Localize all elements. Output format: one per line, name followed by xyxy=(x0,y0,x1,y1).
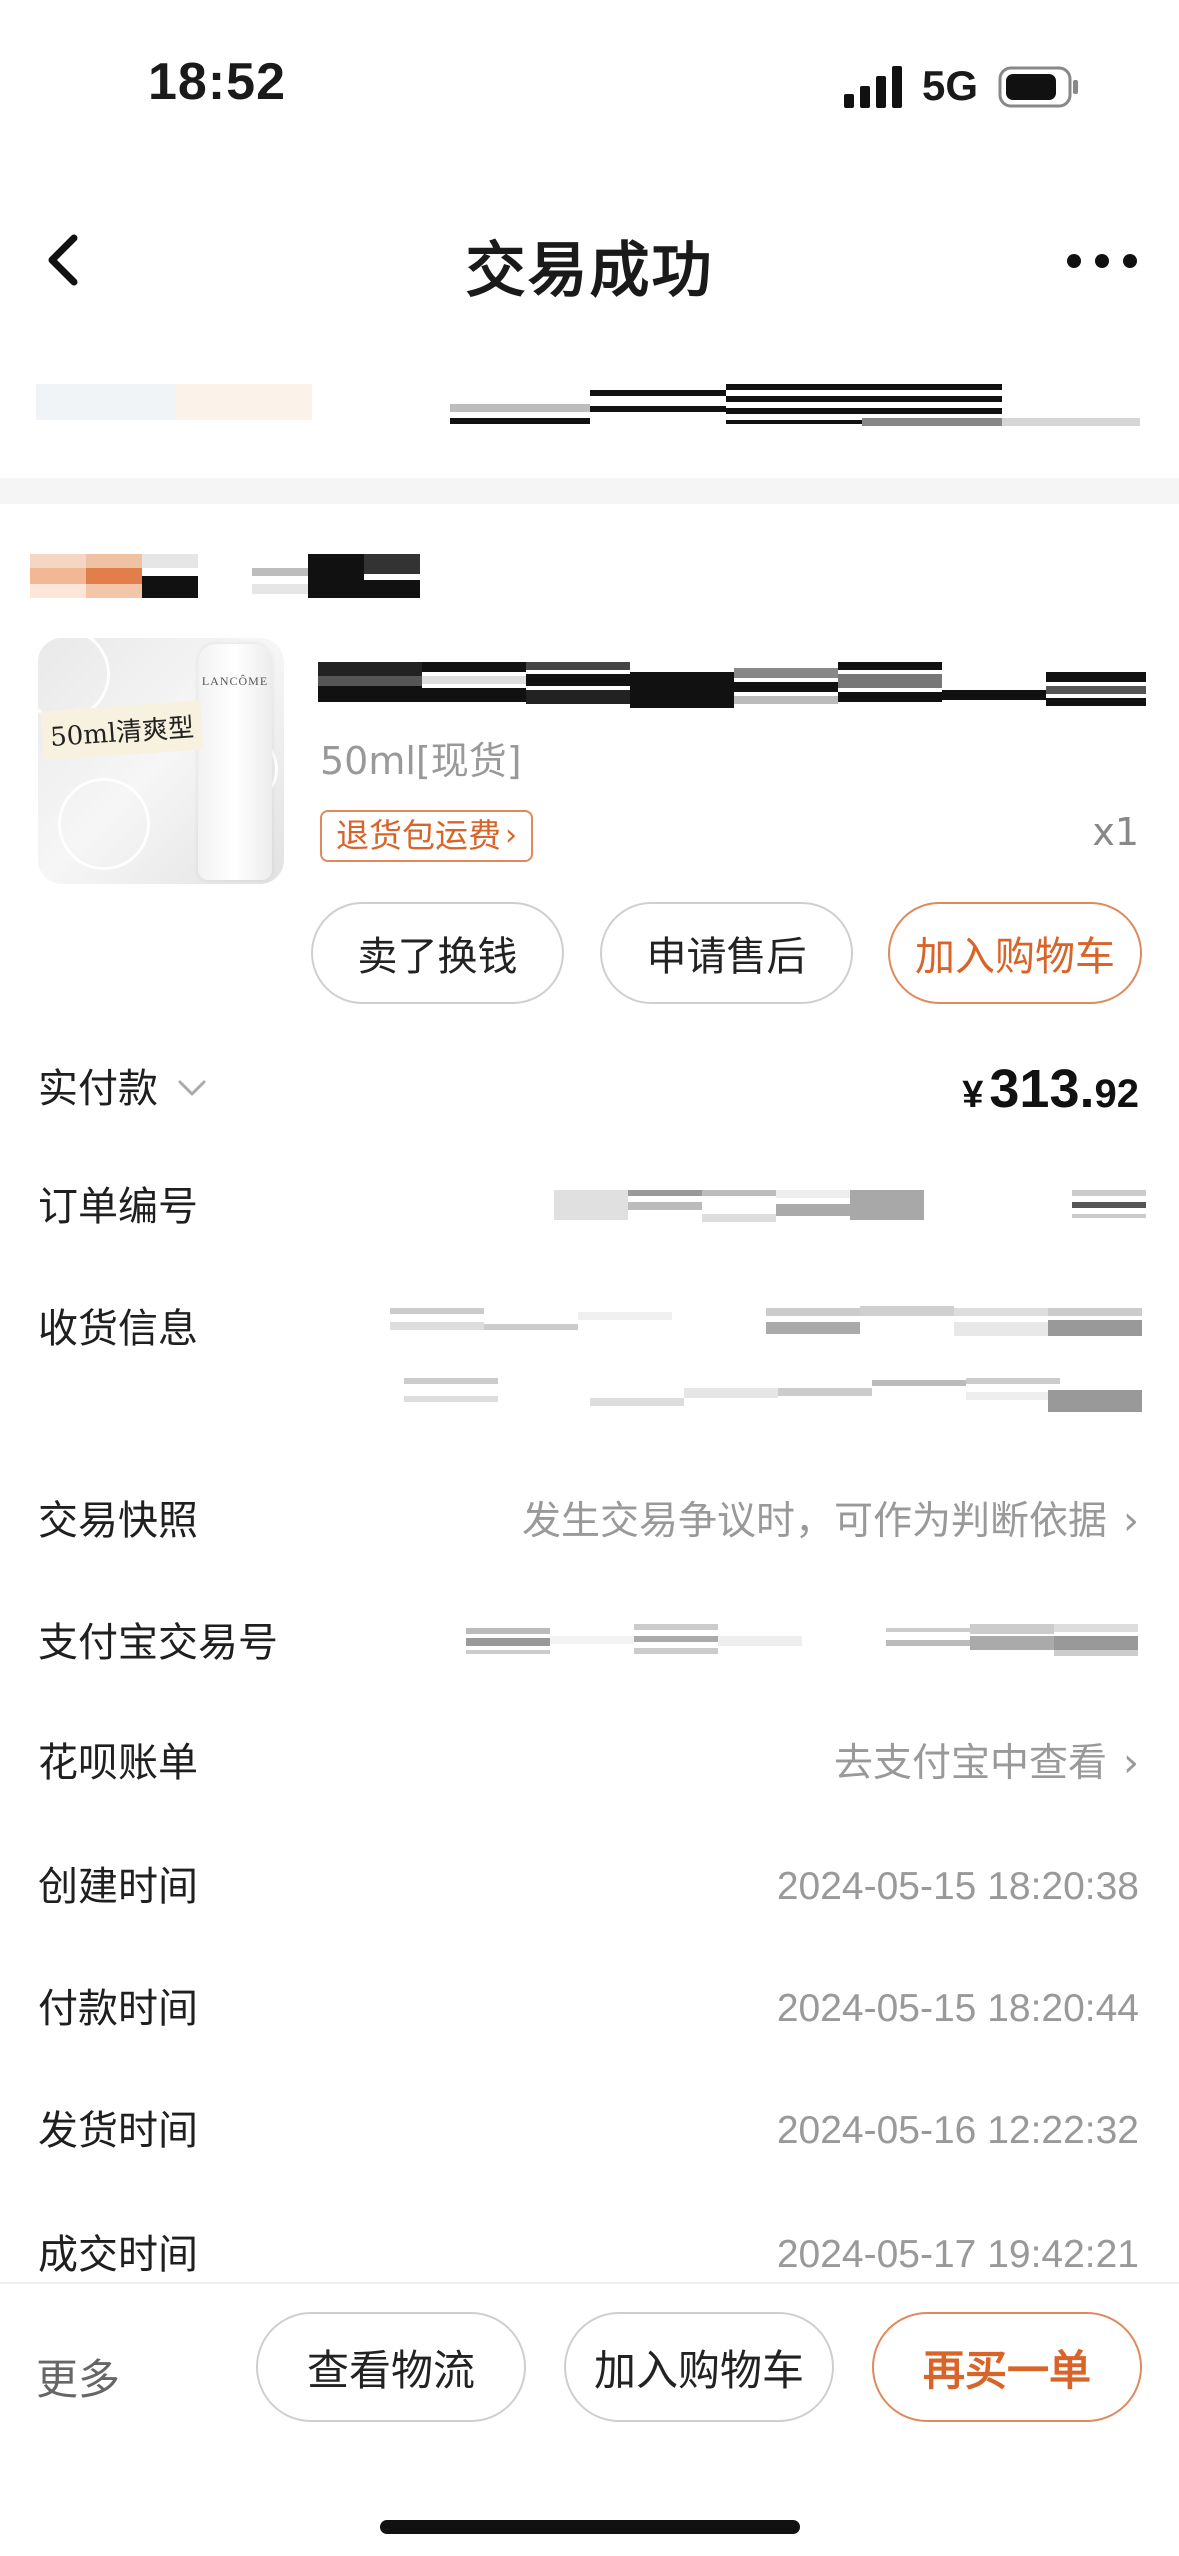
network-type: 5G xyxy=(922,62,979,109)
paid-amount-row[interactable]: 实付款 ¥313.92 xyxy=(0,1054,1179,1124)
trade-snapshot-label: 交易快照 xyxy=(38,1498,198,1544)
huabei-bill-value: 去支付宝中查看 xyxy=(833,1741,1107,1786)
apply-after-sale-button[interactable]: 申请售后 xyxy=(600,902,853,1004)
payment-time-value: 2024-05-15 18:20:44 xyxy=(776,1987,1139,2030)
paid-label: 实付款 xyxy=(38,1066,158,1112)
nav-bar: 交易成功 xyxy=(0,200,1179,320)
cellular-signal-icon xyxy=(844,66,902,108)
created-time-label: 创建时间 xyxy=(38,1864,198,1910)
add-to-cart-button[interactable]: 加入购物车 xyxy=(888,902,1142,1004)
created-time-value: 2024-05-15 18:20:38 xyxy=(776,1865,1139,1908)
view-logistics-button[interactable]: 查看物流 xyxy=(256,2312,526,2422)
paid-amount: ¥313.92 xyxy=(962,1054,1139,1138)
status-bar: 18:52 5G xyxy=(0,0,1179,180)
home-indicator[interactable] xyxy=(380,2520,800,2534)
amount-decimal: 92 xyxy=(1094,1072,1140,1116)
battery-icon xyxy=(998,66,1078,108)
completed-time-value: 2024-05-17 19:42:21 xyxy=(776,2233,1139,2276)
product-size-tag: 50ml清爽型 xyxy=(40,700,204,761)
trade-snapshot-value: 发生交易争议时，可作为判断依据 xyxy=(521,1499,1107,1544)
shipping-info-label: 收货信息 xyxy=(38,1306,198,1352)
huabei-bill-row[interactable]: 花呗账单 去支付宝中查看 › xyxy=(0,1728,1179,1798)
free-return-shipping-badge[interactable]: 退货包运费 › xyxy=(320,810,533,862)
bottom-action-bar: 更多 查看物流 加入购物车 再买一单 xyxy=(0,2282,1179,2556)
chevron-right-icon: › xyxy=(1123,1740,1139,1786)
shipped-time-label: 发货时间 xyxy=(38,2108,198,2154)
alipay-trade-number-redacted xyxy=(466,1624,1138,1656)
page-title: 交易成功 xyxy=(465,236,714,306)
refund-badge-label: 退货包运费 xyxy=(336,816,501,855)
sell-for-cash-button[interactable]: 卖了换钱 xyxy=(311,902,564,1004)
product-quantity: x1 xyxy=(1092,810,1139,854)
trade-snapshot-hint: 发生交易争议时，可作为判断依据 › xyxy=(522,1486,1139,1557)
order-number-redacted xyxy=(554,1190,1146,1222)
add-to-cart-bottom-button[interactable]: 加入购物车 xyxy=(564,2312,834,2422)
status-time: 18:52 xyxy=(148,53,286,111)
completed-time-row: 成交时间 2024-05-17 19:42:21 xyxy=(0,2220,1179,2290)
decor-circle xyxy=(58,778,150,870)
alipay-trade-number-label: 支付宝交易号 xyxy=(38,1620,278,1666)
shipped-time-row: 发货时间 2024-05-16 12:22:32 xyxy=(0,2096,1179,2166)
more-options-icon[interactable] xyxy=(1064,238,1140,284)
shop-name-redacted[interactable] xyxy=(30,554,430,600)
buy-again-button[interactable]: 再买一单 xyxy=(872,2312,1142,2422)
chevron-right-icon: › xyxy=(505,818,517,853)
currency-symbol: ¥ xyxy=(962,1074,984,1116)
completed-time-label: 成交时间 xyxy=(38,2232,198,2278)
trade-snapshot-row[interactable]: 交易快照 发生交易争议时，可作为判断依据 › xyxy=(0,1486,1179,1556)
redacted-address-strip xyxy=(36,384,1140,426)
shipping-info-redacted xyxy=(390,1306,1142,1412)
more-menu[interactable]: 更多 xyxy=(36,2346,120,2407)
section-divider xyxy=(0,478,1179,504)
product-image[interactable]: LANCÔME 50ml清爽型 xyxy=(38,638,284,884)
created-time-row: 创建时间 2024-05-15 18:20:38 xyxy=(0,1852,1179,1922)
shipped-time-value: 2024-05-16 12:22:32 xyxy=(776,2109,1139,2152)
product-variant: 50ml[现货] xyxy=(320,739,522,783)
product-name-redacted[interactable] xyxy=(318,662,1146,708)
order-number-label: 订单编号 xyxy=(38,1184,198,1230)
chevron-right-icon: › xyxy=(1123,1498,1139,1544)
huabei-bill-label: 花呗账单 xyxy=(38,1740,198,1786)
amount-integer: 313. xyxy=(989,1059,1095,1119)
huabei-bill-link[interactable]: 去支付宝中查看 › xyxy=(834,1728,1139,1799)
payment-time-row: 付款时间 2024-05-15 18:20:44 xyxy=(0,1974,1179,2044)
order-detail-page: 18:52 5G 交易成功 LANCÔME 50ml清爽型 50ml[现货] 退… xyxy=(0,0,1179,2556)
chevron-down-icon[interactable] xyxy=(176,1072,208,1104)
payment-time-label: 付款时间 xyxy=(38,1986,198,2032)
product-brand: LANCÔME xyxy=(201,674,269,688)
